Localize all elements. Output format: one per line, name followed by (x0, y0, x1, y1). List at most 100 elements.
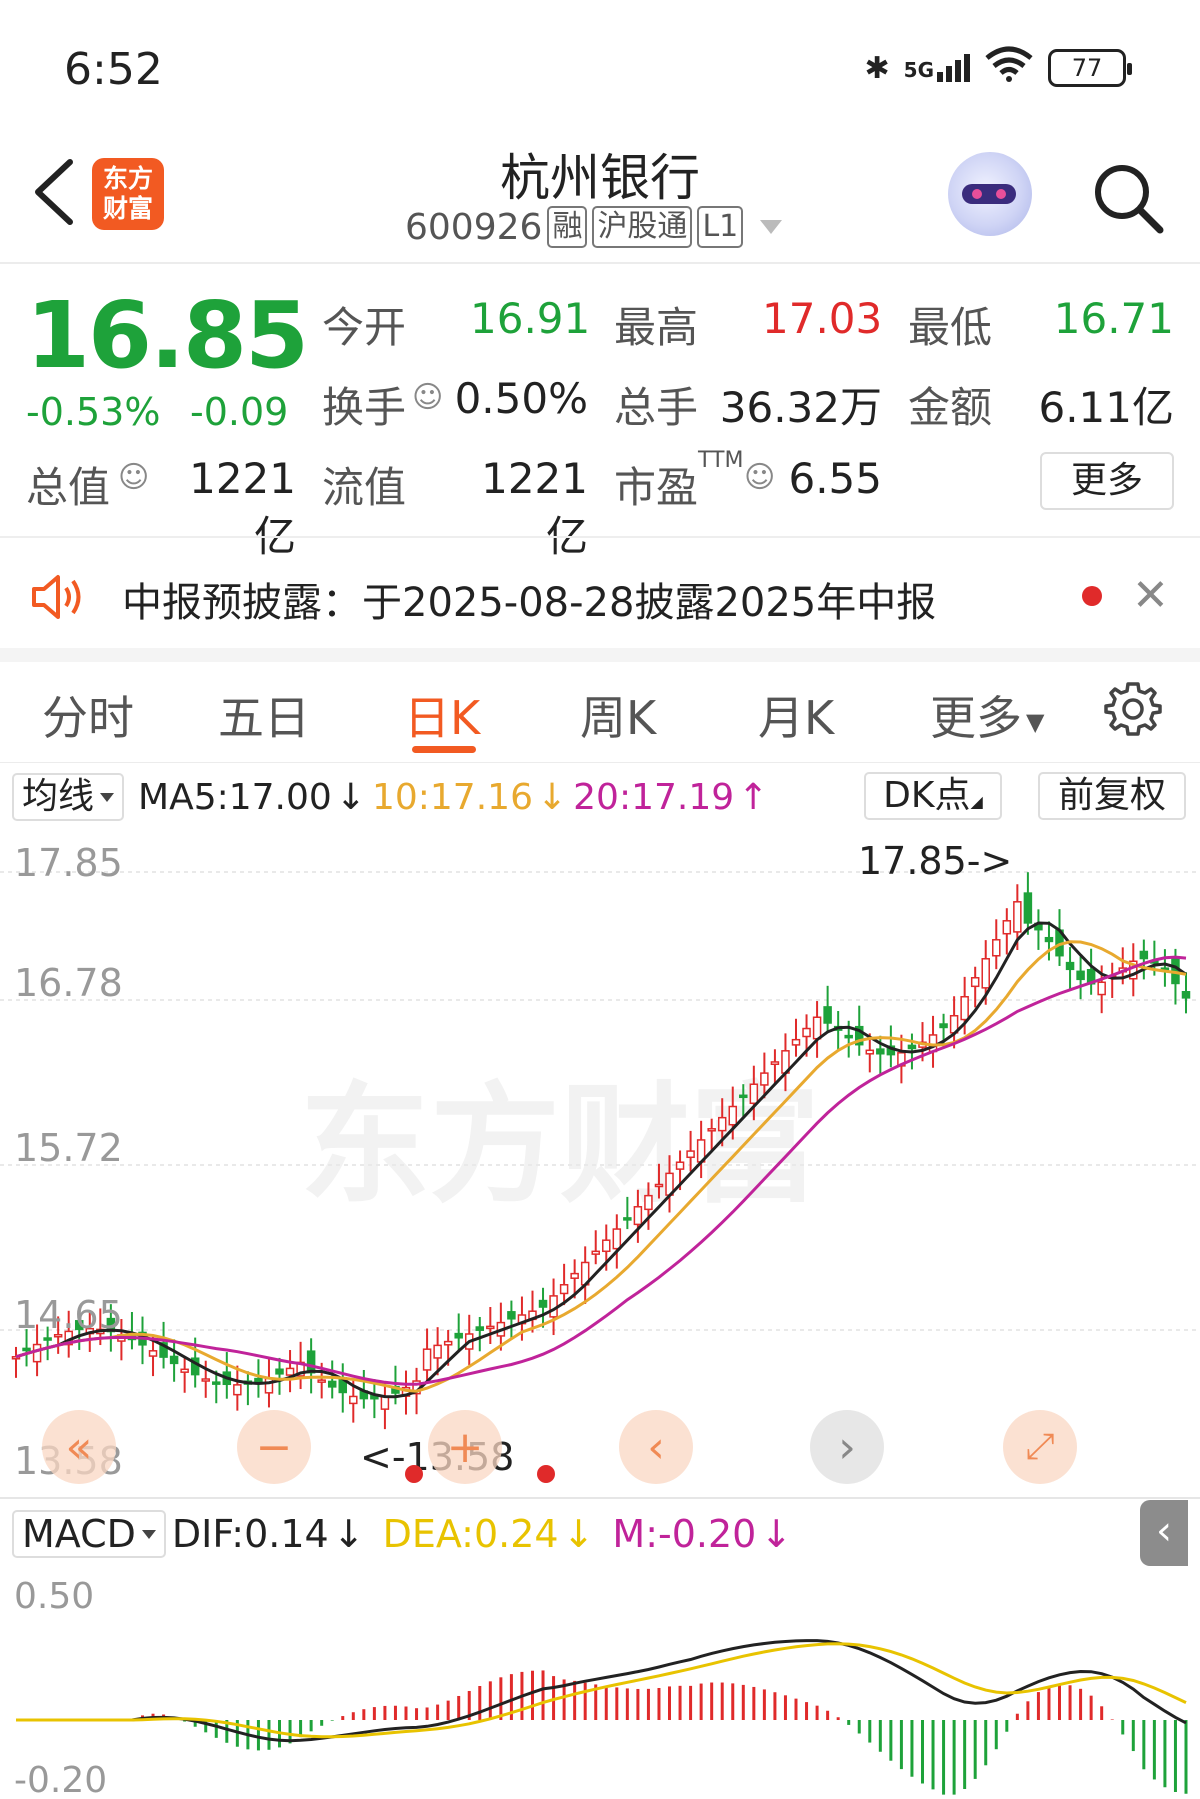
scroll-right-button[interactable]: › (810, 1410, 884, 1484)
close-icon[interactable]: ✕ (1132, 570, 1169, 621)
tag-connect: 沪股通 (592, 206, 693, 248)
candle-body (254, 1377, 263, 1383)
arrow-down-icon: ↓ (760, 1512, 793, 1556)
candle-body (644, 1194, 653, 1211)
adjust-button[interactable]: 前复权 (1038, 772, 1186, 820)
info-icon[interactable]: ☺ (118, 460, 149, 495)
more-quote-button[interactable]: 更多 (1040, 452, 1174, 510)
header-divider (0, 262, 1200, 264)
candle-body (1097, 981, 1106, 996)
candle-body (285, 1367, 295, 1376)
tab-more[interactable]: 更多 ▼ (930, 682, 1044, 748)
indicator-selector[interactable]: 均线 (12, 773, 125, 821)
candle-body (43, 1337, 52, 1341)
dk-point-button[interactable]: DK点◢ (864, 772, 1002, 820)
candle-body (180, 1368, 189, 1373)
kline-chart[interactable]: 东方财富 17.85 16.78 15.72 14.65 13.58 17.85… (0, 830, 1200, 1799)
candle-body (591, 1250, 600, 1255)
price-level-label: 15.72 (14, 1126, 123, 1170)
macd-m: M:-0.20 (612, 1512, 757, 1556)
turnover-label: 换手 (322, 383, 407, 432)
stock-name: 杭州银行 (500, 149, 700, 207)
chevron-left-icon (35, 159, 73, 225)
candle-body (433, 1344, 442, 1359)
candle-body (349, 1395, 358, 1405)
corner-icon: ◢ (970, 792, 983, 811)
float-cap-label: 流值 (322, 463, 407, 512)
collapse-side-button[interactable]: ‹ (1140, 1500, 1188, 1566)
scroll-left-button[interactable]: ‹ (619, 1410, 693, 1484)
assistant-avatar[interactable] (948, 152, 1032, 236)
info-icon[interactable]: ☺ (412, 380, 443, 415)
volume-label: 总手 (614, 383, 699, 432)
price-level-label: 14.65 (14, 1293, 123, 1337)
minus-icon: − (255, 1421, 293, 1473)
macd-selector[interactable]: MACD (12, 1510, 166, 1558)
candle-body (612, 1228, 622, 1250)
double-chevron-left-icon: « (65, 1421, 93, 1473)
arrow-down-icon: ↓ (562, 1512, 595, 1556)
search-button[interactable] (1088, 158, 1168, 238)
macd-selector-label: MACD (22, 1512, 136, 1556)
candle-body (264, 1377, 274, 1394)
tab-monthly-k[interactable]: 月K (758, 682, 834, 748)
candle-body (1065, 961, 1075, 971)
chart-settings-button[interactable] (1104, 680, 1162, 738)
candle-body (992, 939, 1001, 957)
macd-pane (16, 1639, 1188, 1795)
candle-body (876, 1048, 885, 1055)
high-value: 17.03 (762, 294, 883, 343)
tab-intraday[interactable]: 分时 (42, 682, 134, 748)
candle-body (812, 1016, 822, 1040)
candle-body (939, 1023, 948, 1029)
stock-code: 600926 (405, 206, 543, 248)
candle-body (970, 977, 980, 988)
candle-body (507, 1311, 516, 1320)
candle-body (749, 1083, 759, 1105)
candle-body (486, 1325, 495, 1330)
unread-dot (1082, 586, 1102, 606)
macd-dea: DEA:0.24 (382, 1512, 559, 1556)
candle-body (559, 1284, 569, 1295)
info-icon[interactable]: ☺ (744, 460, 775, 495)
tab-daily-k[interactable]: 日K (404, 682, 480, 748)
ma5-value: MA5:17.00 (138, 776, 332, 818)
candle-body (22, 1347, 31, 1352)
app-logo[interactable]: 东方 财富 (92, 158, 164, 230)
last-price: 16.85 (26, 282, 309, 389)
candle-body (1076, 970, 1085, 981)
candle-body (960, 996, 969, 1021)
arrow-down-icon: ↓ (332, 1512, 365, 1556)
caret-down-icon (100, 792, 115, 802)
notice-text[interactable]: 中报预披露：于2025-08-28披露2025年中报 (122, 570, 936, 628)
candle-body (169, 1355, 179, 1365)
zoom-in-button[interactable]: + (428, 1410, 502, 1484)
status-time: 6:52 (64, 44, 163, 95)
back-button[interactable] (26, 152, 86, 232)
ma20-value: 20:17.19 (573, 776, 735, 818)
marker-dot (537, 1465, 555, 1483)
network-type: 5G (903, 58, 934, 82)
scroll-left-fast-button[interactable]: « (42, 1410, 116, 1484)
tab-five-day[interactable]: 五日 (218, 682, 310, 748)
open-value: 16.91 (470, 294, 591, 343)
candle-body (981, 958, 990, 989)
candle-body (844, 1034, 853, 1039)
candle-body (32, 1343, 42, 1363)
chart-tabs: 分时 五日 日K 周K 月K 更多 ▼ (0, 672, 1200, 760)
indicator-selector-label: 均线 (22, 776, 95, 817)
candle-body (212, 1381, 221, 1385)
change-percent: -0.53% (26, 390, 161, 434)
stock-code-row[interactable]: 600926 融 沪股通 L1 (405, 206, 783, 248)
macd-level-label: -0.20 (14, 1760, 107, 1799)
tab-weekly-k[interactable]: 周K (580, 682, 656, 748)
price-level-label: 16.78 (14, 961, 123, 1005)
fullscreen-button[interactable]: ⤢ (1003, 1410, 1077, 1484)
dropdown-icon (760, 220, 783, 234)
tabs-divider (0, 762, 1200, 763)
ma10-value: 10:17.16 (371, 776, 533, 818)
change-amount: -0.09 (190, 390, 289, 434)
chevron-left-icon: ‹ (1156, 1508, 1172, 1554)
candle-body (686, 1150, 695, 1159)
zoom-out-button[interactable]: − (237, 1410, 311, 1484)
